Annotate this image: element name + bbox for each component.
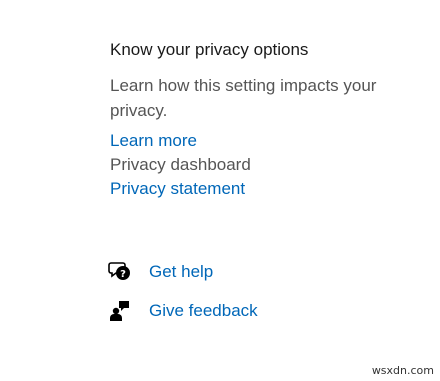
give-feedback-row[interactable]: Give feedback	[108, 299, 258, 323]
privacy-options-panel: Know your privacy options Learn how this…	[0, 0, 440, 381]
svg-text:?: ?	[120, 269, 126, 280]
privacy-options-description: Learn how this setting impacts your priv…	[110, 76, 377, 120]
learn-more-link[interactable]: Learn more	[110, 131, 197, 151]
feedback-person-icon	[108, 299, 132, 323]
get-help-link[interactable]: Get help	[149, 262, 213, 282]
chat-help-icon: ?	[108, 260, 132, 284]
watermark-text: wsxdn.com	[371, 364, 434, 377]
privacy-options-title: Know your privacy options	[110, 40, 309, 59]
give-feedback-link[interactable]: Give feedback	[149, 301, 258, 321]
privacy-dashboard-text: Privacy dashboard	[110, 155, 251, 174]
privacy-statement-link[interactable]: Privacy statement	[110, 179, 245, 199]
get-help-row[interactable]: ? Get help	[108, 260, 213, 284]
